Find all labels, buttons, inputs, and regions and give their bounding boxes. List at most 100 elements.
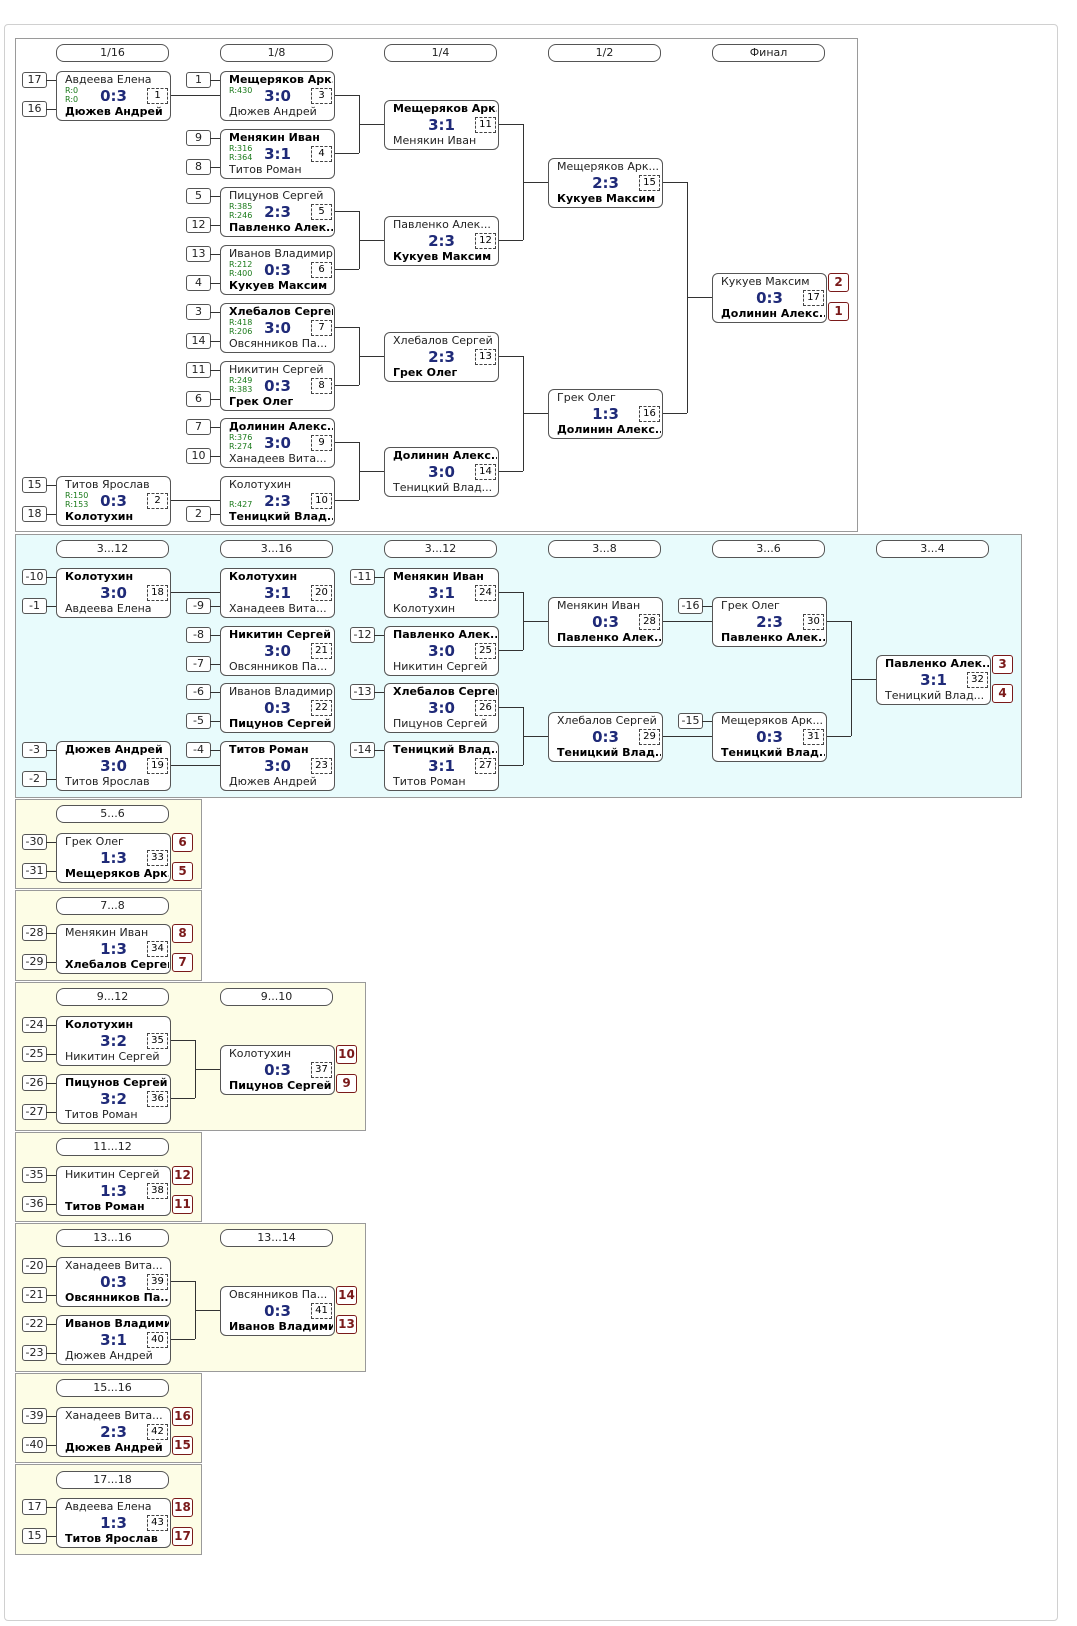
player-one-name: Мещеряков Арк... [229,73,333,86]
final-place-badge: 18 [172,1498,193,1517]
player-one-name: Грек Олег [721,599,780,612]
seed-number: -22 [22,1316,47,1332]
bracket-connector [46,1416,56,1417]
match-card[interactable]: Мещеряков Арк... 2:3 Кукуев Максим 15 [548,158,663,208]
seed-number: -13 [350,684,375,700]
final-place-badge: 13 [336,1315,357,1334]
match-card[interactable]: Теницкий Влад... 3:1 Титов Роман 27 [384,741,499,791]
final-place-badge: 4 [992,684,1013,703]
bracket-connector [210,664,220,665]
match-number: 39 [147,1274,168,1290]
bracket-connector [661,736,712,737]
bracket-connector [333,327,359,328]
bracket-connector [359,356,384,357]
bracket-connector [169,500,220,501]
match-card[interactable]: Колотухин 0:3 Пицунов Сергей 37 [220,1045,335,1095]
match-card[interactable]: Грек Олег 1:3 Долинин Алекс... 16 [548,389,663,439]
bracket-connector [169,1098,195,1099]
player-one-name: Кукуев Максим [721,275,810,288]
bracket-connector [46,485,56,486]
match-card[interactable]: Титов Роман 3:0 Дюжев Андрей 23 [220,741,335,791]
seed-number: 9 [186,130,211,146]
seed-number: -11 [350,569,375,585]
bracket-connector [46,80,56,81]
player-two-name: Титов Ярослав [65,775,150,788]
match-number: 23 [311,758,332,774]
match-card[interactable]: Менякин Иван 3:1 Колотухин 24 [384,568,499,618]
player-two-name: Менякин Иван [393,134,477,147]
match-card[interactable]: Грек Олег 1:3 Мещеряков Арк... 33 [56,833,171,883]
player-one-name: Павленко Алек... [885,657,989,670]
match-card[interactable]: Менякин Иван 1:3 Хлебалов Сергей 34 [56,924,171,974]
player-one-name: Никитин Сергей [229,363,324,376]
seed-number: -39 [22,1408,47,1424]
match-card[interactable]: Колотухин 2:3 Теницкий Влад... 10 R:427 [220,476,335,526]
match-card[interactable]: Пицунов Сергей 3:2 Титов Роман 36 [56,1074,171,1124]
match-card[interactable]: Кукуев Максим 0:3 Долинин Алекс... 17 [712,273,827,323]
bracket-connector [46,1353,56,1354]
match-card[interactable]: Авдеева Елена 1:3 Титов Ярослав 43 [56,1498,171,1548]
round-header: 9...12 [56,988,169,1006]
final-place-badge: 17 [172,1527,193,1546]
player-two-name: Титов Ярослав [65,1532,158,1545]
player-one-name: Менякин Иван [393,570,484,583]
match-card[interactable]: Иванов Владимир 3:1 Дюжев Андрей 40 [56,1315,171,1365]
match-card[interactable]: Мещеряков Арк... 3:1 Менякин Иван 11 [384,100,499,150]
match-card[interactable]: Ханадеев Вита... 0:3 Овсянников Па... 39 [56,1257,171,1307]
bracket-connector [210,312,220,313]
match-number: 11 [475,117,496,133]
match-card[interactable]: Дюжев Андрей 3:0 Титов Ярослав 19 [56,741,171,791]
player-one-name: Менякин Иван [557,599,641,612]
match-card[interactable]: Павленко Алек... 3:0 Никитин Сергей 25 [384,626,499,676]
tournament-bracket: 1/16 1/8 1/4 1/2 Финал 3...12 3...16 3...12 3...… [0,0,1077,1626]
match-card[interactable]: Грек Олег 2:3 Павленко Алек... 30 [712,597,827,647]
round-header: 3...12 [56,540,169,558]
bracket-connector [210,606,220,607]
match-card[interactable]: Хлебалов Сергей 2:3 Грек Олег 13 [384,332,499,382]
bracket-connector [210,80,220,81]
match-card[interactable]: Мещеряков Арк... 0:3 Теницкий Влад... 31 [712,712,827,762]
match-card[interactable]: Хлебалов Сергей 3:0 Овсянников Па... 7 R:418… [220,303,335,353]
match-card[interactable]: Никитин Сергей 0:3 Грек Олег 8 R:249 R:383 [220,361,335,411]
match-card[interactable]: Ханадеев Вита... 2:3 Дюжев Андрей 42 [56,1407,171,1457]
match-card[interactable]: Титов Ярослав 0:3 Колотухин 2 R:150 R:153 [56,476,171,526]
match-number: 15 [639,175,660,191]
match-card[interactable]: Иванов Владимир 0:3 Кукуев Максим 6 R:212 R:4… [220,245,335,295]
match-card[interactable]: Колотухин 3:2 Никитин Сергей 35 [56,1016,171,1066]
match-card[interactable]: Павленко Алек... 2:3 Кукуев Максим 12 [384,216,499,266]
match-card[interactable]: Никитин Сергей 1:3 Титов Роман 38 [56,1166,171,1216]
bracket-connector [702,721,712,722]
match-card[interactable]: Колотухин 3:0 Авдеева Елена 18 [56,568,171,618]
player-one-name: Павленко Алек... [393,628,497,641]
match-card[interactable]: Менякин Иван 0:3 Павленко Алек... 28 [548,597,663,647]
match-number: 9 [311,435,332,451]
match-card[interactable]: Иванов Владимир 0:3 Пицунов Сергей 22 [220,683,335,733]
player-two-name: Овсянников Па... [65,1291,169,1304]
seed-number: -40 [22,1437,47,1453]
match-number: 31 [803,729,824,745]
match-card[interactable]: Долинин Алекс... 3:0 Теницкий Влад... 14 [384,447,499,497]
match-card[interactable]: Колотухин 3:1 Ханадеев Вита... 20 [220,568,335,618]
match-card[interactable]: Овсянников Па... 0:3 Иванов Владимир 41 [220,1286,335,1336]
match-card[interactable]: Хлебалов Сергей 3:0 Пицунов Сергей 26 [384,683,499,733]
match-card[interactable]: Никитин Сергей 3:0 Овсянников Па... 21 [220,626,335,676]
match-card[interactable]: Авдеева Елена 0:3 Дюжев Андрей 1 R:0 R:0 [56,71,171,121]
seed-number: 18 [22,506,47,522]
match-card[interactable]: Хлебалов Сергей 0:3 Теницкий Влад... 29 [548,712,663,762]
bracket-connector [46,1295,56,1296]
match-number: 1 [147,88,168,104]
bracket-connector [374,577,384,578]
match-card[interactable]: Пицунов Сергей 2:3 Павленко Алек... 5 R:385 R… [220,187,335,237]
match-card[interactable]: Менякин Иван 3:1 Титов Роман 4 R:316 R:364 [220,129,335,179]
match-card[interactable]: Долинин Алекс... 3:0 Ханадеев Вита... 9 R:37… [220,418,335,468]
bracket-connector [523,182,548,183]
match-number: 10 [311,493,332,509]
match-card[interactable]: Мещеряков Арк... 3:0 Дюжев Андрей 3 R:430 [220,71,335,121]
player-one-name: Менякин Иван [229,131,320,144]
seed-number: -25 [22,1046,47,1062]
final-place-badge: 14 [336,1286,357,1305]
final-place-badge: 11 [172,1195,193,1214]
match-card[interactable]: Павленко Алек... 3:1 Теницкий Влад... 32 [876,655,991,705]
bracket-connector [374,635,384,636]
player-two-name: Грек Олег [229,395,294,408]
